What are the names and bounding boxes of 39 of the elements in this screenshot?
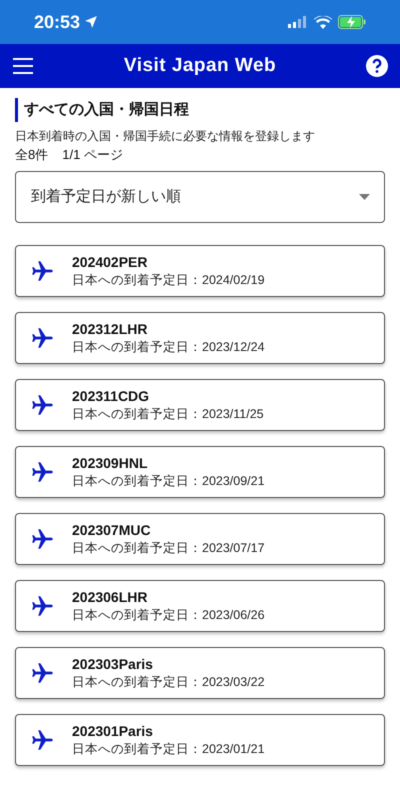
arrival-date: 日本への到着予定日：2023/07/17 bbox=[72, 540, 265, 557]
help-icon[interactable] bbox=[366, 55, 388, 77]
trip-name: 202402PER bbox=[72, 253, 149, 271]
location-arrow-icon bbox=[84, 15, 98, 29]
app-title: Visit Japan Web bbox=[124, 54, 276, 78]
trip-card[interactable]: 202306LHR 日本への到着予定日：2023/06/26 bbox=[15, 580, 385, 632]
trip-name: 202303Paris bbox=[72, 655, 154, 673]
trip-card[interactable]: 202312LHR 日本への到着予定日：2023/12/24 bbox=[15, 312, 385, 364]
trip-card[interactable]: 202307MUC 日本への到着予定日：2023/07/17 bbox=[15, 513, 385, 565]
arrival-date: 日本への到着予定日：2023/12/24 bbox=[72, 339, 265, 356]
sort-select[interactable]: 到着予定日が新しい順 bbox=[15, 171, 385, 223]
battery-charging-icon bbox=[338, 15, 366, 29]
arrival-date: 日本への到着予定日：2024/02/19 bbox=[72, 272, 265, 289]
trip-name: 202309HNL bbox=[72, 454, 148, 472]
trip-name: 202312LHR bbox=[72, 320, 148, 338]
trip-name: 202311CDG bbox=[72, 387, 150, 405]
dropdown-caret-icon bbox=[359, 194, 370, 200]
arrival-date: 日本への到着予定日：2023/06/26 bbox=[72, 607, 265, 624]
menu-icon[interactable] bbox=[12, 57, 34, 75]
wifi-icon bbox=[314, 16, 332, 28]
trip-card[interactable]: 202311CDG 日本への到着予定日：2023/11/25 bbox=[15, 379, 385, 431]
trip-card[interactable]: 202309HNL 日本への到着予定日：2023/09/21 bbox=[15, 446, 385, 498]
section-description: 日本到着時の入国・帰国手続に必要な情報を登録します bbox=[15, 128, 316, 145]
trip-card[interactable]: 202402PER 日本への到着予定日：2024/02/19 bbox=[15, 245, 385, 297]
total-count: 全8件 bbox=[15, 146, 48, 164]
trip-name: 202301Paris bbox=[72, 722, 154, 740]
signal-icon bbox=[288, 16, 308, 28]
trip-name: 202307MUC bbox=[72, 521, 152, 539]
arrival-date: 日本への到着予定日：2023/01/21 bbox=[72, 741, 265, 758]
arrival-date: 日本への到着予定日：2023/03/22 bbox=[72, 674, 265, 691]
arrival-date: 日本への到着予定日：2023/09/21 bbox=[72, 473, 265, 490]
arrival-date: 日本への到着予定日：2023/11/25 bbox=[72, 406, 264, 423]
page-indicator: 1/1 ページ bbox=[62, 146, 123, 164]
section-title: すべての入国・帰国日程 bbox=[24, 100, 189, 120]
trip-card[interactable]: 202303Paris 日本への到着予定日：2023/03/22 bbox=[15, 647, 385, 699]
trip-card[interactable]: 202301Paris 日本への到着予定日：2023/01/21 bbox=[15, 714, 385, 766]
heading-accent-bar bbox=[15, 98, 18, 122]
trip-name: 202306LHR bbox=[72, 588, 148, 606]
clock-time: 20:53 bbox=[34, 10, 80, 34]
